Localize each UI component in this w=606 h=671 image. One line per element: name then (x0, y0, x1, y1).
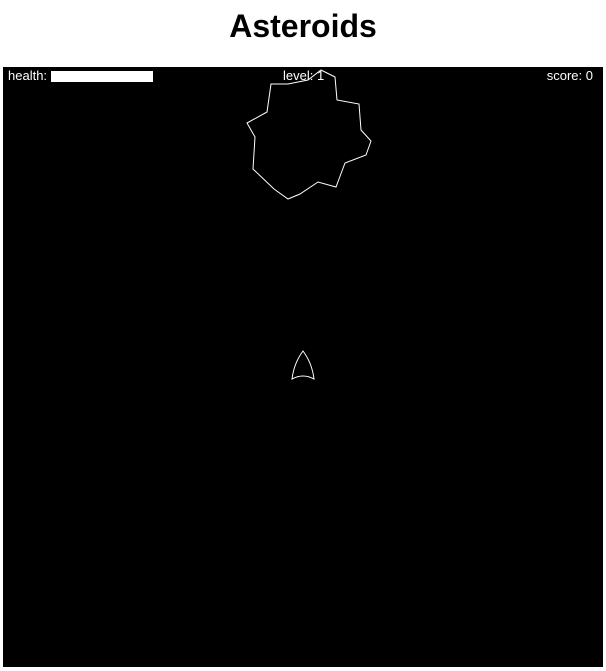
level-value: 1 (316, 68, 325, 83)
score-display: score: 0 (547, 68, 593, 84)
level-display: level: 1 (283, 68, 324, 84)
score-value: 0 (585, 68, 593, 83)
health-bar-fill (52, 71, 153, 81)
health-display: health: (8, 68, 154, 84)
score-label: score: (546, 68, 583, 83)
health-bar (51, 70, 154, 82)
player-ship (291, 350, 315, 380)
health-label: health: (8, 68, 48, 83)
page: Asteroids health: level: 1 score: 0 (0, 0, 606, 671)
asteroid (246, 69, 372, 200)
level-label: level: (283, 68, 314, 83)
playfield[interactable] (3, 67, 603, 667)
game-canvas[interactable]: health: level: 1 score: 0 (3, 67, 603, 667)
page-title: Asteroids (229, 8, 377, 44)
